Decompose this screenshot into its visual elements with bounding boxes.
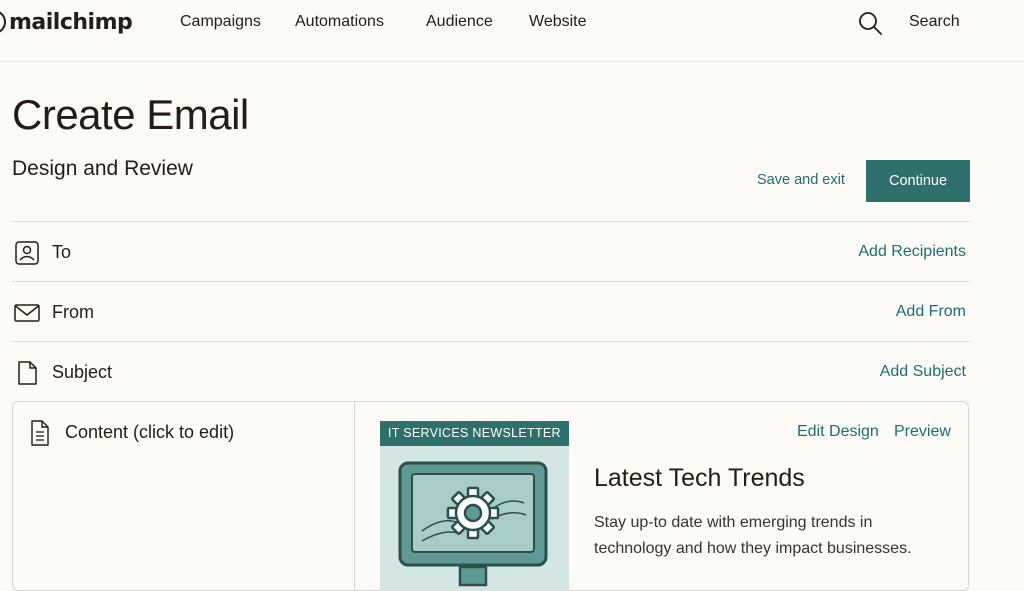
- article-title: Latest Tech Trends: [594, 464, 805, 492]
- from-row: From Add From: [12, 282, 970, 342]
- nav-item-audience[interactable]: Audience: [426, 12, 493, 32]
- content-label[interactable]: Content (click to edit): [65, 422, 234, 443]
- document-icon: [18, 361, 37, 385]
- subject-row: Subject Add Subject: [12, 342, 970, 402]
- logo-text: mailchimp: [9, 9, 133, 35]
- page-title: Create Email: [12, 91, 249, 138]
- to-label: To: [52, 242, 72, 262]
- save-and-exit-link[interactable]: Save and exit: [757, 172, 845, 188]
- user-card-icon: [15, 241, 39, 265]
- nav-item-website[interactable]: Website: [529, 12, 587, 32]
- preview-link[interactable]: Preview: [894, 423, 951, 441]
- add-recipients-link[interactable]: Add Recipients: [858, 243, 966, 261]
- document-lines-icon: [31, 420, 49, 446]
- edit-design-link[interactable]: Edit Design: [797, 423, 879, 441]
- newsletter-tag: IT SERVICES NEWSLETTER: [380, 421, 569, 446]
- newsletter-preview-card[interactable]: IT SERVICES NEWSLETTER: [380, 421, 569, 591]
- search-icon[interactable]: [857, 10, 883, 36]
- article-body: Stay up-to date with emerging trends in …: [594, 514, 912, 557]
- add-subject-link[interactable]: Add Subject: [880, 363, 966, 381]
- nav-item-automations[interactable]: Automations: [295, 12, 384, 32]
- envelope-icon: [14, 304, 40, 322]
- monitor-gear-icon: [398, 461, 548, 587]
- subject-label: Subject: [52, 362, 113, 382]
- logo-mark-icon: [0, 10, 6, 34]
- content-section: Content (click to edit) IT SERVICES NEWS…: [12, 401, 969, 591]
- mailchimp-logo[interactable]: mailchimp: [0, 4, 133, 40]
- top-navigation: mailchimp Campaigns Automations Audience…: [0, 0, 1024, 62]
- continue-button[interactable]: Continue: [866, 160, 970, 202]
- search-link[interactable]: Search: [909, 12, 960, 32]
- nav-item-campaigns[interactable]: Campaigns: [180, 12, 261, 32]
- from-label: From: [52, 302, 94, 322]
- page-subtitle: Design and Review: [12, 157, 193, 180]
- content-label-panel[interactable]: Content (click to edit): [13, 402, 355, 590]
- add-from-link[interactable]: Add From: [896, 303, 966, 321]
- to-row: To Add Recipients: [12, 222, 970, 282]
